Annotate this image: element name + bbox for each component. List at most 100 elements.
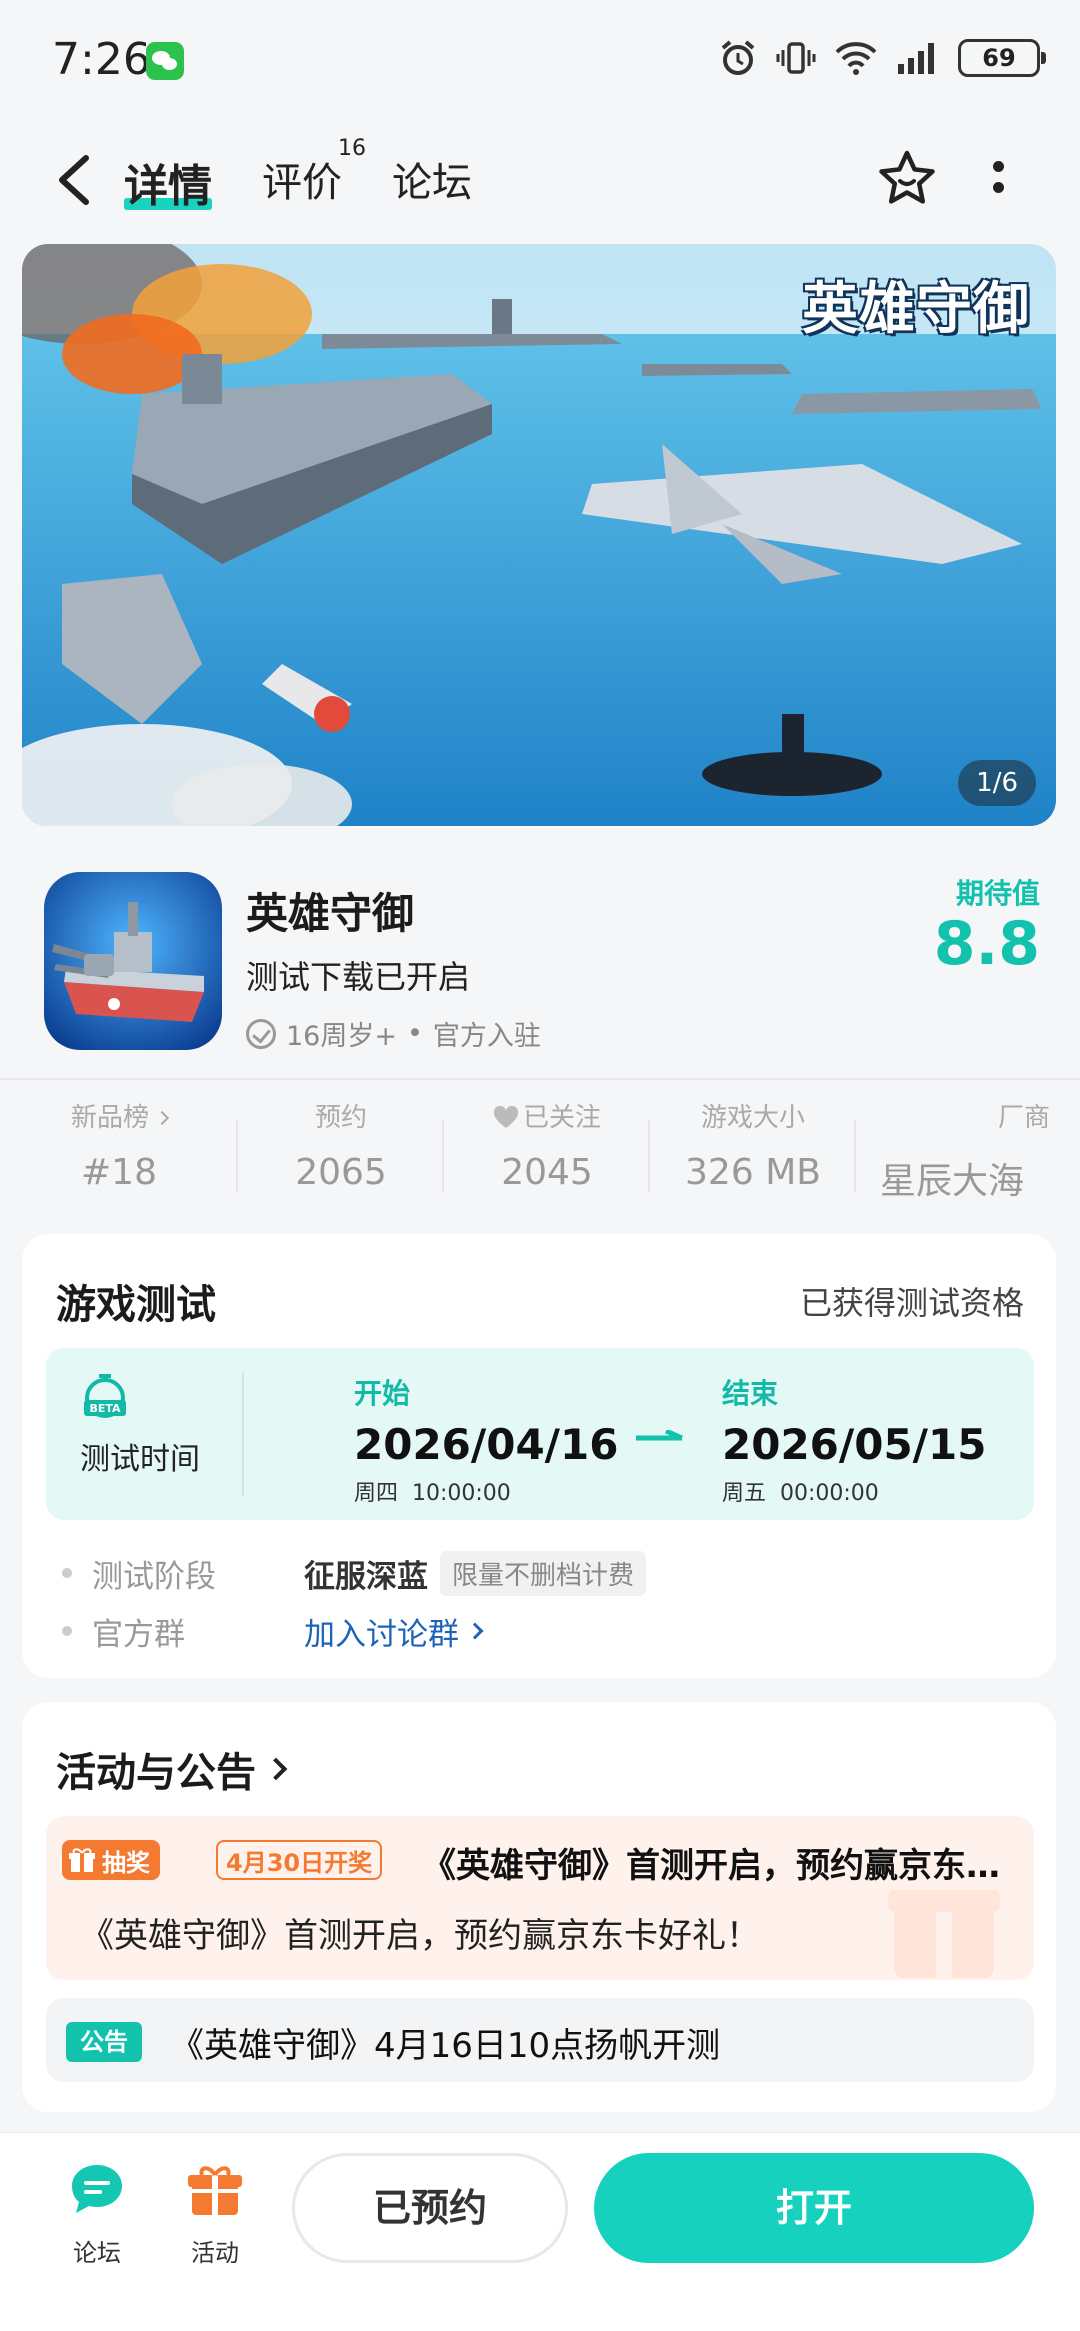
stat-new-ranking[interactable]: 新品榜 #18 [0, 1100, 238, 1210]
official-group-row: 官方群 加入讨论群 [62, 1602, 646, 1660]
tab-detail[interactable]: 详情 [124, 150, 212, 214]
expect-label: 期待值 [955, 877, 1040, 910]
more-options-icon[interactable] [986, 156, 1010, 206]
official-group-key: 官方群 [92, 1616, 185, 1653]
test-qualification-status: 已获得测试资格 [799, 1284, 1024, 1322]
forum-button[interactable]: 论坛 [52, 2159, 142, 2268]
alarm-icon [721, 40, 755, 75]
test-phase-value: 征服深蓝 [304, 1558, 428, 1595]
chevron-right-icon [154, 1110, 170, 1126]
stat-label: 已关注 [522, 1103, 601, 1133]
tab-reviews-label: 评价 [262, 160, 342, 206]
join-group-link[interactable]: 加入讨论群 [304, 1609, 484, 1654]
game-test-card: 游戏测试 已获得测试资格 BETA 测试时间 开始 2026/04/16 周四 … [22, 1234, 1056, 1678]
app-tagline: 测试下载已开启 [246, 958, 471, 996]
lottery-tag: 抽奖 [62, 1840, 160, 1880]
promo-title: 《英雄守御》首测开启，预约赢京东卡好礼！ [422, 1846, 1032, 1886]
start-date: 2026/04/16 [354, 1420, 619, 1469]
stat-following[interactable]: 已关注 2045 [444, 1100, 650, 1210]
game-logo-text: 英雄守御 [802, 277, 1030, 342]
app-icon [44, 872, 222, 1050]
lottery-promo[interactable]: 抽奖 4月30日开奖 《英雄守御》首测开启，预约赢京东卡好礼！ 《英雄守御》首测… [46, 1816, 1034, 1980]
start-label: 开始 [354, 1377, 411, 1410]
app-meta: 16周岁+ • 官方入驻 [246, 1014, 541, 1053]
favorite-star-icon[interactable] [876, 148, 938, 210]
stat-value: 星辰大海 [880, 1161, 1025, 1202]
test-start: 开始 2026/04/16 周四 10:00:00 [354, 1372, 618, 1507]
app-name: 英雄守御 [246, 889, 415, 938]
expectation-score: 期待值 8.8 [934, 872, 1040, 976]
test-phase-key: 测试阶段 [92, 1558, 216, 1595]
beta-text: BETA [89, 1402, 121, 1415]
stat-label: 游戏大小 [700, 1103, 805, 1133]
bullet-dot [62, 1568, 72, 1578]
chevron-right-icon [264, 1757, 288, 1781]
stat-label: 厂商 [997, 1103, 1050, 1133]
stat-game-size: 游戏大小 326 MB [650, 1100, 856, 1210]
battery-indicator: 69 [958, 39, 1046, 77]
stat-publisher[interactable]: 厂商 星辰大海 [856, 1100, 1080, 1210]
reserved-button[interactable]: 已预约 [292, 2153, 568, 2263]
back-arrow-icon[interactable] [50, 152, 100, 208]
divider [242, 1372, 244, 1496]
open-game-button[interactable]: 打开 [594, 2153, 1034, 2263]
app-info: 英雄守御 测试下载已开启 16周岁+ • 官方入驻 期待值 8.8 [0, 860, 1080, 1060]
beta-clock-icon: BETA [84, 1374, 126, 1418]
events-announcements-card: 活动与公告 抽奖 4月30日开奖 《英雄守御》首测开启，预约赢京东卡好礼！ 《英… [22, 1702, 1056, 2112]
gift-icon [69, 1848, 95, 1872]
announcement-item[interactable]: 公告 《英雄守御》4月16日10点扬帆开测 [46, 1998, 1034, 2082]
forum-label: 论坛 [73, 2239, 121, 2267]
end-label: 结束 [722, 1377, 779, 1410]
reviews-count-badge: 16 [338, 136, 366, 161]
tab-reviews[interactable]: 评价 16 [262, 136, 366, 208]
test-time-box: BETA 测试时间 开始 2026/04/16 周四 10:00:00 结束 2… [46, 1348, 1034, 1520]
verified-check-icon [246, 1018, 276, 1049]
events-section-header[interactable]: 活动与公告 [56, 1740, 288, 1798]
carousel-counter: 1/6 [958, 760, 1036, 806]
join-group-label: 加入讨论群 [304, 1616, 459, 1653]
divider [0, 1078, 1080, 1080]
stats-row: 新品榜 #18 预约 2065 已关注 2045 游戏大小 326 MB 厂商 … [0, 1100, 1080, 1210]
chevron-right-icon [466, 1622, 484, 1640]
wechat-notification-icon [146, 42, 184, 80]
arrow-right-icon [636, 1430, 684, 1441]
heart-icon [493, 1106, 518, 1128]
test-card-title: 游戏测试 [56, 1282, 216, 1328]
stat-reservations: 预约 2065 [238, 1100, 444, 1210]
bottom-action-bar: 论坛 活动 已预约 打开 [0, 2132, 1080, 2331]
wifi-icon [835, 42, 877, 75]
start-weekday-time: 周四 10:00:00 [354, 1481, 511, 1506]
age-rating: 16周岁+ [286, 1021, 397, 1052]
draw-date-tag: 4月30日开奖 [216, 1840, 383, 1880]
screenshot-carousel[interactable]: 英雄守御 1/6 [22, 244, 1056, 826]
signal-icon [898, 43, 934, 74]
stat-value: 326 MB [685, 1152, 821, 1193]
end-date: 2026/05/15 [722, 1420, 987, 1469]
chat-bubble-icon [72, 2165, 122, 2213]
test-phase-row: 测试阶段 征服深蓝 限量不删档计费 [62, 1544, 647, 1602]
battleship-icon [44, 872, 222, 1050]
tab-forum[interactable]: 论坛 [392, 150, 472, 208]
test-end: 结束 2026/05/15 周五 00:00:00 [722, 1372, 986, 1507]
top-nav: 详情 评价 16 论坛 [0, 130, 1080, 230]
test-detail-rows: 测试阶段 征服深蓝 限量不删档计费 官方群 加入讨论群 [62, 1544, 647, 1660]
certification-label: 官方入驻 [432, 1021, 541, 1052]
events-button[interactable]: 活动 [170, 2159, 260, 2268]
status-time: 7:26 [52, 34, 151, 85]
expect-score: 8.8 [933, 909, 1040, 979]
test-time-label: 测试时间 [80, 1442, 200, 1477]
stat-value: #18 [81, 1152, 157, 1193]
events-title: 活动与公告 [56, 1750, 256, 1796]
events-label: 活动 [191, 2239, 239, 2267]
vibrate-icon [776, 42, 816, 74]
promo-body: 《英雄守御》首测开启，预约赢京东卡好礼！ [80, 1916, 760, 1956]
stat-value: 2045 [501, 1152, 593, 1193]
bullet-dot [62, 1626, 72, 1636]
meta-separator: • [406, 1018, 423, 1049]
lottery-tag-label: 抽奖 [102, 1848, 150, 1877]
stat-label: 新品榜 [70, 1103, 149, 1133]
notice-text: 《英雄守御》4月16日10点扬帆开测 [170, 2026, 721, 2066]
status-bar: 7:26 69 [0, 0, 1080, 120]
stat-label: 预约 [314, 1103, 367, 1133]
gift-icon [188, 2166, 242, 2215]
